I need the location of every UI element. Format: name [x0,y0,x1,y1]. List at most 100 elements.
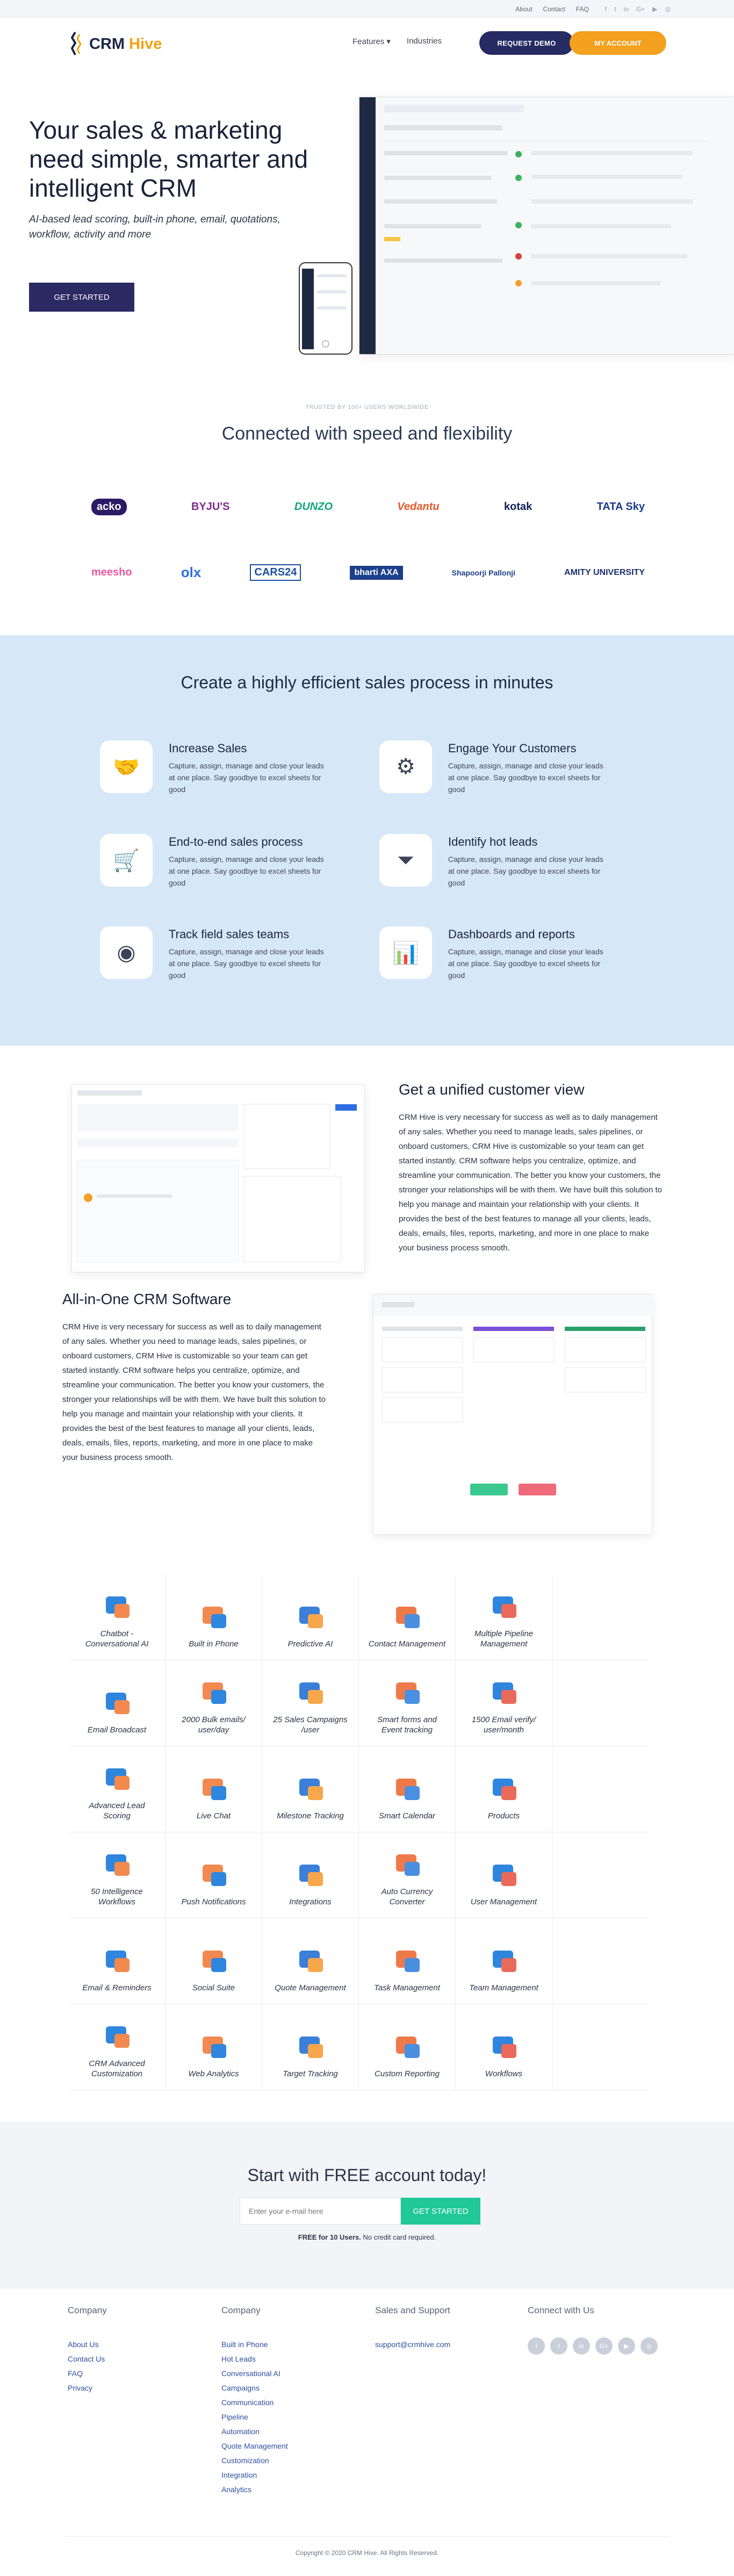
feature-title: Increase Sales [169,742,247,755]
footer-link[interactable]: Hot Leads [221,2352,288,2366]
feature-tile: User Management [456,1832,552,1918]
feature-tile-icon [296,1946,325,1975]
my-account-button[interactable]: MY ACCOUNT [570,31,666,55]
feature-tile-label: Predictive AI [287,1639,333,1649]
footer-link[interactable]: Pipeline [221,2410,288,2424]
feature-tile-label: Products [487,1811,520,1821]
feature-tile-label: Chatbot - Conversational AI [85,1629,149,1649]
cta-get-started-button[interactable]: GET STARTED [401,2198,480,2225]
email-input[interactable] [240,2198,401,2225]
client-logo-amity: AMITY UNIVERSITY [564,567,645,577]
feature-tile-label: 25 Sales Campaigns /user [273,1715,348,1735]
feature-tile: Built in Phone [165,1574,262,1660]
footer-link[interactable]: Contact Us [68,2352,107,2366]
footer-link[interactable]: About Us [68,2337,107,2352]
footer-col-connect: Connect with Us f t in G+ ▶ ◎ [528,2305,658,2355]
feature-tile-empty [552,1832,649,1918]
feature-tile: Smart forms and Event tracking [359,1660,456,1746]
footer-link[interactable]: Privacy [68,2381,107,2395]
feature-tile-label: Email Broadcast [87,1725,147,1735]
footer-link[interactable]: Analytics [221,2483,288,2497]
feature-tile-icon [296,1678,325,1707]
linkedin-icon[interactable]: in [624,5,629,13]
trusted-title: Connected with speed and flexibility [221,423,513,444]
footer-link[interactable]: Automation [221,2424,288,2439]
dashboard-illustration [384,105,707,286]
all-in-one-text: CRM Hive is very necessary for success a… [62,1322,326,1462]
request-demo-button[interactable]: REQUEST DEMO [479,31,574,55]
client-logo-vedantu: Vedantu [397,501,440,513]
feature-text: Capture, assign, manage and close your l… [448,947,603,980]
youtube-icon[interactable]: ▶ [652,5,657,13]
footer-col-title: Sales and Support [375,2305,450,2315]
nav-industries[interactable]: Industries [407,37,442,46]
feature-tile-label: Social Suite [192,1983,235,1992]
facebook-icon[interactable]: f [528,2337,545,2355]
feature-text: Capture, assign, manage and close your l… [448,855,603,887]
footer-link[interactable]: Quote Management [221,2439,288,2453]
get-started-button[interactable]: GET STARTED [29,283,134,312]
feature-tile-icon [296,1774,325,1803]
facebook-icon[interactable]: f [605,5,607,13]
feature-tile-label: Quote Management [275,1983,346,1992]
unified-view-title: Get a unified customer view [399,1081,585,1098]
footer-social: f t in G+ ▶ ◎ [528,2337,658,2355]
feature-tile: Email Broadcast [69,1660,165,1746]
google-plus-icon[interactable]: G+ [595,2337,613,2355]
feature-tile-empty [552,2004,649,2090]
linkedin-icon[interactable]: in [573,2337,590,2355]
client-logo-dunzo: DUNZO [294,501,333,513]
cart-icon: 🛒 [100,834,153,887]
client-logo-tatasky: TATA Sky [596,501,645,513]
footer-link[interactable]: Conversational AI [221,2366,288,2381]
feature-tile: 50 Intelligence Workflows [69,1832,165,1918]
client-logo-cars24: CARS24 [250,564,301,581]
feature-tile-label: Live Chat [196,1811,231,1821]
feature-tile-icon [199,1678,228,1707]
feature-tile-label: Multiple Pipeline Management [474,1629,534,1649]
feature-tile-label: Task Management [374,1983,440,1992]
feature-tile: Live Chat [165,1746,262,1832]
client-logos-row-1: acko BYJU'S DUNZO Vedantu kotak TATA Sky [91,499,645,515]
feature-tile-icon [490,1592,519,1621]
topbar-link-contact[interactable]: Contact [543,5,565,13]
hero-subtitle: AI-based lead scoring, built-in phone, e… [29,214,280,240]
footer-links: Built in Phone Hot Leads Conversational AI… [221,2337,288,2497]
footer-link[interactable]: Integration [221,2468,288,2483]
twitter-icon[interactable]: t [614,5,616,13]
footer-link[interactable]: Communication [221,2395,288,2410]
handshake-icon: 🤝 [100,740,153,793]
client-logo-byjus: BYJU'S [191,501,230,513]
site-footer: Company About Us Contact Us FAQ Privacy Com… [0,2289,734,2576]
topbar-link-faq[interactable]: FAQ [576,5,589,13]
feature-tile: Custom Reporting [359,2004,456,2090]
feature-tile-icon [490,2032,519,2061]
youtube-icon[interactable]: ▶ [618,2337,635,2355]
feature-tile: Multiple Pipeline Management [456,1574,552,1660]
instagram-icon[interactable]: ◎ [641,2337,658,2355]
google-plus-icon[interactable]: G+ [636,5,645,13]
main-nav: Features ▾ Industries [352,37,442,46]
feature-tile: 1500 Email verify/ user/month [456,1660,552,1746]
support-email-link[interactable]: support@crmhive.com [375,2337,450,2352]
brand-name-crm: CRM [89,35,129,53]
feature-tile-icon [199,1602,228,1631]
sales-process-title: Create a highly efficient sales process … [181,673,553,692]
topbar-link-about[interactable]: About [515,5,532,13]
instagram-icon[interactable]: ◎ [665,5,671,13]
footer-link[interactable]: FAQ [68,2366,107,2381]
brand-logo[interactable]: CRM Hive [70,31,162,57]
nav-features[interactable]: Features ▾ [352,37,391,46]
footer-link[interactable]: Campaigns [221,2381,288,2395]
feature-tile-label: Email & Reminders [82,1983,152,1992]
feature-tile-label: Contact Management [368,1639,446,1649]
feature-tile-label: User Management [470,1897,537,1906]
feature-tile-icon [199,1946,228,1975]
dashboard-icon: 📊 [379,926,432,979]
footer-link[interactable]: Built in Phone [221,2337,288,2352]
client-logo-acko: acko [91,499,127,515]
twitter-icon[interactable]: t [550,2337,567,2355]
footer-link[interactable]: Customization [221,2453,288,2468]
feature-tile-label: Integrations [289,1897,332,1906]
feature-tile-label: Push Notifications [181,1897,246,1906]
